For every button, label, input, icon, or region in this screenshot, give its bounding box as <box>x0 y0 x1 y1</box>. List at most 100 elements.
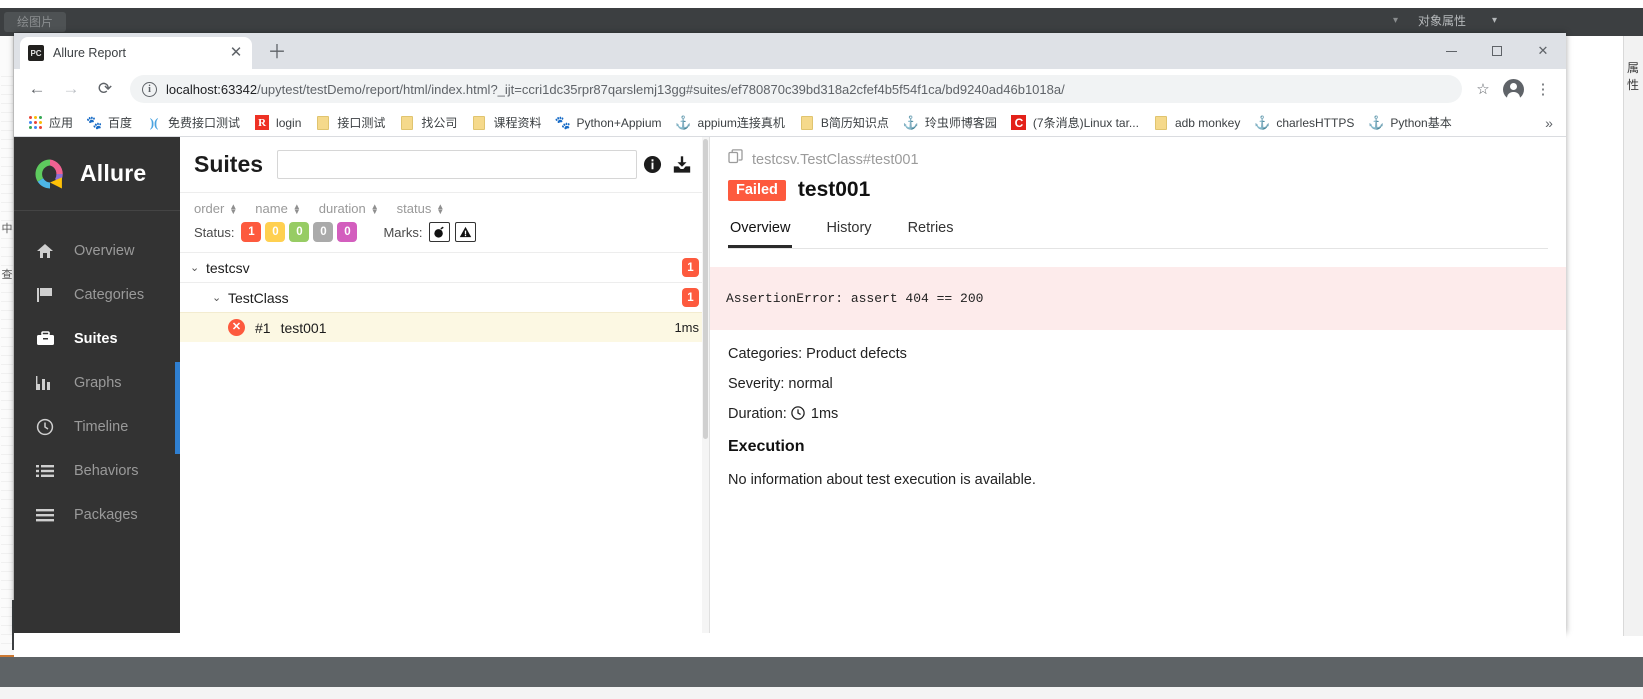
info-icon[interactable] <box>637 155 667 174</box>
tab-retries[interactable]: Retries <box>906 214 956 248</box>
site-info-icon[interactable]: i <box>142 81 157 97</box>
bars-icon <box>36 375 58 391</box>
sidebar-item-packages[interactable]: Packages <box>14 493 180 537</box>
back-icon[interactable]: ← <box>22 74 52 104</box>
sort-arrows-icon: ▲ ▼ <box>370 201 379 216</box>
bookmark-item[interactable]: ⚓ appium连接真机 <box>669 111 792 135</box>
minimize-window-button[interactable] <box>1428 35 1474 67</box>
error-message-block: AssertionError: assert 404 == 200 <box>710 267 1566 330</box>
sort-by-name[interactable]: name ▲ ▼ <box>255 201 300 216</box>
forward-icon: → <box>62 79 80 98</box>
chrome-menu-icon[interactable]: ⋮ <box>1528 74 1558 104</box>
bookmark-label: 百度 <box>108 116 133 130</box>
chevron-down-icon[interactable]: ⌄ <box>212 291 228 304</box>
bookmark-item[interactable]: 接口测试 <box>308 111 392 135</box>
tree-row-test[interactable]: ✕ #1 test001 1ms <box>180 312 709 342</box>
bookmarks-overflow-icon[interactable]: » <box>1538 112 1560 134</box>
status-chip-failed[interactable]: 1 <box>241 222 262 242</box>
status-chip-broken[interactable]: 0 <box>265 222 286 242</box>
jm-icon: )( <box>149 114 159 130</box>
warning-icon[interactable] <box>455 222 477 242</box>
address-bar-url: localhost:63342/upytest/testDemo/report/… <box>166 82 1065 97</box>
bookmark-item[interactable]: 应用 <box>20 111 80 135</box>
sidebar-item-timeline[interactable]: Timeline <box>14 405 180 449</box>
bookmark-item[interactable]: 找公司 <box>392 111 464 135</box>
status-chip-skipped[interactable]: 0 <box>313 222 334 242</box>
bookmark-star-icon[interactable]: ☆ <box>1468 74 1498 104</box>
bookmark-item[interactable]: 🐾 百度 <box>80 111 139 135</box>
profile-avatar-icon[interactable] <box>1498 74 1528 104</box>
bookmark-item[interactable]: ⚓ charlesHTTPS <box>1247 111 1361 135</box>
bookmark-label: 接口测试 <box>337 116 386 130</box>
download-icon[interactable] <box>667 155 697 174</box>
sort-controls: order ▲ ▼ name ▲ ▼ duration ▲ ▼ status ▲ ▼ <box>194 201 695 216</box>
tree-scrollbar[interactable] <box>702 137 709 633</box>
flag-icon <box>36 287 58 303</box>
new-tab-button[interactable]: ＋ <box>264 40 290 66</box>
test-duration: 1ms <box>674 320 699 335</box>
sidebar-item-suites[interactable]: Suites <box>14 317 180 361</box>
sort-by-order[interactable]: order ▲ ▼ <box>194 201 237 216</box>
r-icon: R <box>254 115 270 131</box>
status-chip-passed[interactable]: 0 <box>289 222 310 242</box>
close-window-button[interactable]: ✕ <box>1520 35 1566 67</box>
sidebar-item-overview[interactable]: Overview <box>14 229 180 273</box>
sidebar-item-label: Suites <box>74 331 118 347</box>
browser-tab[interactable]: PC Allure Report ✕ <box>20 37 252 69</box>
bookmark-item[interactable]: adb monkey <box>1146 111 1247 135</box>
sidebar-item-behaviors[interactable]: Behaviors <box>14 449 180 493</box>
chevron-down-icon[interactable]: ⌄ <box>190 261 206 274</box>
minimize-glyph-icon <box>1445 50 1457 52</box>
tree-row-suite[interactable]: ⌄ testcsv 1 <box>180 252 709 282</box>
sidebar-item-categories[interactable]: Categories <box>14 273 180 317</box>
bookmark-item[interactable]: ⚓ Python基本 <box>1361 111 1458 135</box>
bookmark-item[interactable]: R login <box>247 111 308 135</box>
tree-row-class[interactable]: ⌄ TestClass 1 <box>180 282 709 312</box>
bomb-icon[interactable] <box>429 222 451 242</box>
bookmark-item[interactable]: ⚓ 玲虫师博客园 <box>896 111 1004 135</box>
folder-icon <box>799 115 815 131</box>
detail-header: testcsv.TestClass#test001 Failed test001… <box>710 137 1566 249</box>
bookmark-item[interactable]: )( 免费接口测试 <box>139 111 247 135</box>
url-path: /upytest/testDemo/report/html/index.html… <box>257 81 1065 97</box>
allure-report-app: Allure Overview Categories Suites Graphs… <box>14 137 1566 633</box>
bookmark-item[interactable]: 🐾 Python+Appium <box>548 111 668 135</box>
bookmark-item[interactable]: B简历知识点 <box>792 111 896 135</box>
sidebar-item-graphs[interactable]: Graphs <box>14 361 180 405</box>
tab-history[interactable]: History <box>824 214 873 248</box>
status-chip-unknown[interactable]: 0 <box>337 222 358 242</box>
bookmark-item[interactable]: C (7条消息)Linux tar... <box>1004 111 1146 135</box>
close-tab-icon[interactable]: ✕ <box>228 45 244 61</box>
chevron-down-icon[interactable]: ▾ <box>1492 8 1497 34</box>
marks-filter: Marks: <box>383 222 481 242</box>
bookmark-label: adb monkey <box>1174 115 1241 130</box>
sort-arrows-icon: ▲ ▼ <box>436 201 445 216</box>
maximize-window-button[interactable] <box>1474 35 1520 67</box>
ide-taskbar <box>0 687 1643 699</box>
copy-icon[interactable] <box>728 149 746 170</box>
detail-meta: Categories: Product defects Severity: no… <box>710 330 1566 488</box>
tree-scrollbar-thumb[interactable] <box>703 139 708 439</box>
failed-x-icon: ✕ <box>228 319 245 336</box>
tab-overview[interactable]: Overview <box>728 214 793 248</box>
sort-by-status[interactable]: status ▲ ▼ <box>397 201 445 216</box>
allure-brand[interactable]: Allure <box>14 137 180 211</box>
anchor-icon: ⚓ <box>902 114 919 130</box>
lines-icon <box>36 507 58 523</box>
bookmark-item[interactable]: 课程资料 <box>464 111 548 135</box>
folder-icon <box>1153 115 1169 131</box>
sort-by-duration[interactable]: duration ▲ ▼ <box>319 201 379 216</box>
status-filter-label: Status: <box>194 224 235 240</box>
bookmark-label: 课程资料 <box>493 116 542 130</box>
sort-label: name <box>255 201 288 216</box>
error-message: AssertionError: assert 404 == 200 <box>726 291 984 306</box>
search-input[interactable] <box>277 150 637 179</box>
address-bar[interactable]: i localhost:63342/upytest/testDemo/repor… <box>130 75 1462 103</box>
status-badge: Failed <box>728 179 786 201</box>
suites-header: Suites <box>180 137 709 193</box>
anchor-icon: ⚓ <box>675 114 692 130</box>
folder-icon <box>399 115 415 131</box>
object-properties-label[interactable]: 对象属性 <box>1418 8 1466 34</box>
bookmark-label: Python基本 <box>1390 116 1452 130</box>
reload-icon[interactable]: ⟳ <box>90 74 120 104</box>
